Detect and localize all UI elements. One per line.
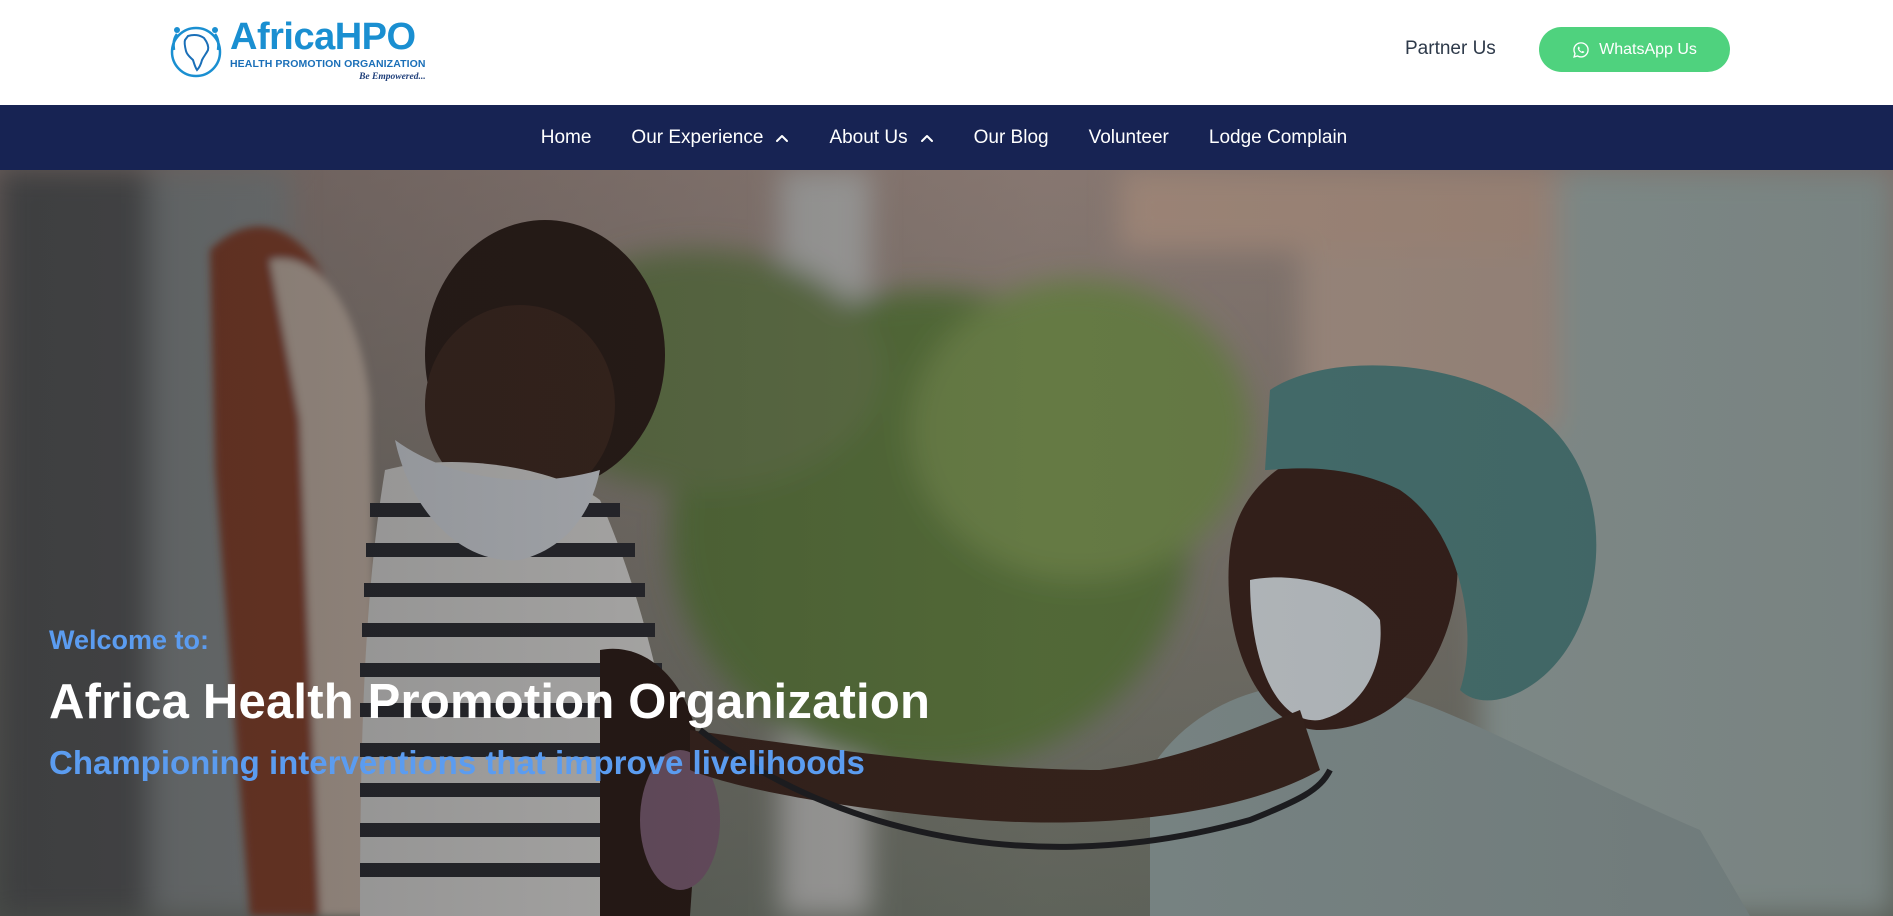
hero-title: Africa Health Promotion Organization [49,675,931,729]
hero-welcome-text: Welcome to: [49,625,210,655]
nav-item-label: About Us [829,126,908,148]
nav-item-home[interactable]: Home [541,127,592,149]
logo-tagline: Be Empowered... [359,71,426,82]
nav-item-our-blog[interactable]: Our Blog [974,127,1049,149]
hero-text-block: Welcome to: Africa Health Promotion Orga… [49,625,930,782]
nav-item-about-us[interactable]: About Us [829,127,933,149]
nav-item-label: Volunteer [1088,126,1169,148]
nav-menu: Home Our Experience About Us Our Blog Vo… [541,127,1348,149]
whatsapp-button-label: WhatsApp Us [1599,40,1697,58]
nav-item-label: Lodge Complain [1208,126,1348,148]
chevron-up-icon[interactable] [920,133,934,143]
nav-item-volunteer[interactable]: Volunteer [1089,127,1169,149]
hero-dark-overlay [0,170,1893,916]
main-navigation: Home Our Experience About Us Our Blog Vo… [0,105,1893,170]
whatsapp-icon [1573,41,1589,58]
chevron-up-icon[interactable] [775,133,789,143]
site-logo[interactable]: AfricaHPO HEALTH PROMOTION ORGANIZATION … [168,18,428,82]
top-header: AfricaHPO HEALTH PROMOTION ORGANIZATION … [0,0,1893,105]
logo-subtitle: HEALTH PROMOTION ORGANIZATION [230,58,426,70]
hero-section: Welcome to: Africa Health Promotion Orga… [0,170,1893,916]
nav-item-label: Our Experience [631,126,764,148]
nav-item-label: Our Blog [973,126,1049,148]
nav-item-our-experience[interactable]: Our Experience [631,127,789,149]
logo-text: AfricaHPO HEALTH PROMOTION ORGANIZATION … [230,18,426,82]
whatsapp-button[interactable]: WhatsApp Us [1539,27,1730,72]
logo-name: AfricaHPO [230,16,416,58]
nav-item-lodge-complain[interactable]: Lodge Complain [1209,127,1347,149]
nav-item-label: Home [540,126,592,148]
hero-tagline: Championing interventions that improve l… [49,744,865,781]
africa-globe-logo-icon [170,26,222,78]
partner-us-link[interactable]: Partner Us [1405,38,1496,60]
